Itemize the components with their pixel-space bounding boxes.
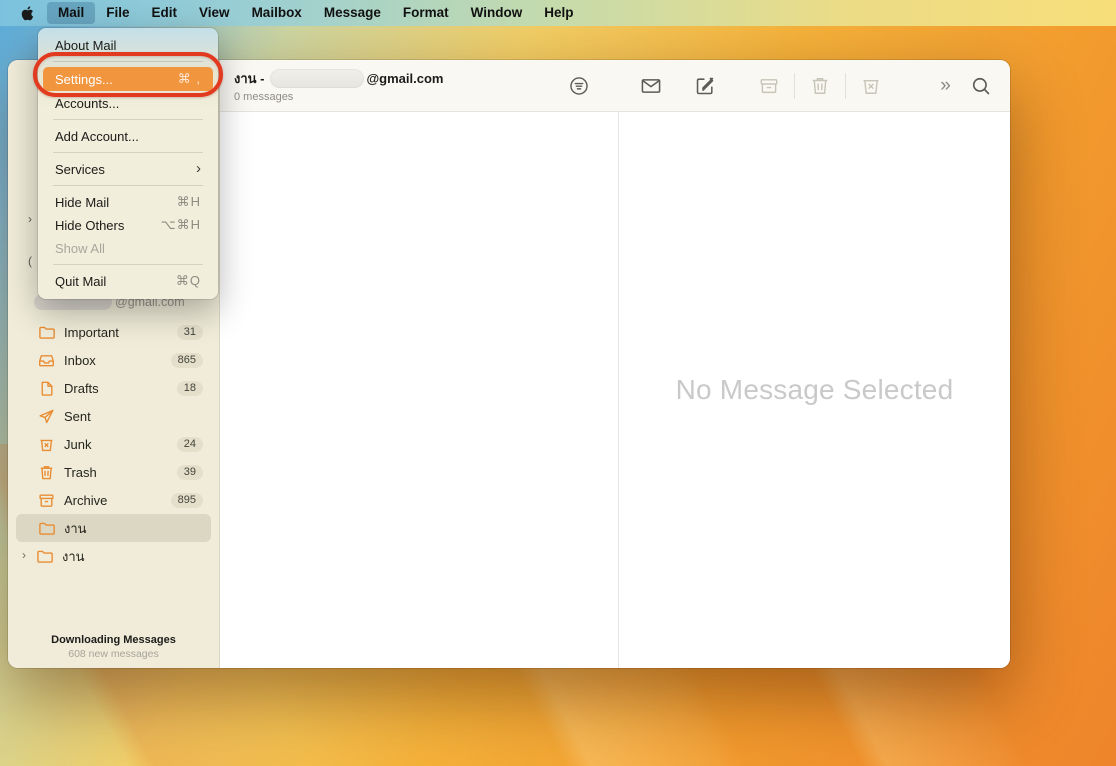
- sidebar-item-work-folder-2[interactable]: › งาน: [16, 542, 211, 570]
- sidebar-item-junk[interactable]: Junk 24: [16, 430, 211, 458]
- menu-separator: [53, 185, 203, 186]
- shortcut-label: ⌘Q: [176, 273, 201, 289]
- message-view-pane: No Message Selected: [619, 112, 1010, 668]
- menu-separator: [53, 61, 203, 62]
- menubar-item-window[interactable]: Window: [460, 2, 534, 24]
- menu-item-about-mail[interactable]: About Mail: [43, 34, 213, 56]
- menu-item-accounts[interactable]: Accounts...: [43, 92, 213, 114]
- submenu-chevron-icon: ›: [196, 161, 201, 176]
- search-icon: [970, 75, 992, 97]
- archive-box-icon: [758, 75, 780, 97]
- download-status-title: Downloading Messages: [8, 634, 219, 646]
- menubar-item-mailbox[interactable]: Mailbox: [241, 2, 313, 24]
- get-mail-button[interactable]: [636, 71, 666, 101]
- toolbar-overflow-button[interactable]: »: [930, 71, 960, 101]
- search-button[interactable]: [966, 71, 996, 101]
- folder-icon: [36, 548, 53, 565]
- menubar-item-file[interactable]: File: [95, 2, 140, 24]
- mailbox-list: Important 31 Inbox 865 Drafts 18 Sent: [8, 318, 219, 570]
- sidebar-item-sent[interactable]: Sent: [16, 402, 211, 430]
- toolbar-separator: [845, 73, 846, 99]
- unread-badge: 865: [171, 353, 203, 368]
- unread-badge: 39: [177, 465, 203, 480]
- apple-menu[interactable]: [14, 0, 47, 26]
- menubar-item-format[interactable]: Format: [392, 2, 460, 24]
- unread-badge: 31: [177, 325, 203, 340]
- menu-item-quit-mail[interactable]: Quit Mail ⌘Q: [43, 270, 213, 292]
- message-count: 0 messages: [234, 91, 564, 103]
- content-panes: No Message Selected: [220, 112, 1010, 668]
- download-status-subtitle: 608 new messages: [8, 648, 219, 660]
- mailbox-title-prefix: งาน -: [234, 68, 264, 89]
- menu-item-hide-others[interactable]: Hide Others ⌥⌘H: [43, 214, 213, 236]
- hidden-disclosure-chevron[interactable]: ›: [28, 212, 32, 226]
- empty-state-text: No Message Selected: [676, 374, 954, 406]
- menu-separator: [53, 119, 203, 120]
- sidebar-item-inbox[interactable]: Inbox 865: [16, 346, 211, 374]
- redacted-email-name: [270, 69, 364, 88]
- menubar-item-message[interactable]: Message: [313, 2, 392, 24]
- menubar-item-mail[interactable]: Mail: [47, 2, 95, 24]
- menu-item-show-all: Show All: [43, 237, 213, 259]
- desktop: › ( @gmail.com Important 31 Inbox 865: [0, 0, 1116, 766]
- inbox-icon: [38, 352, 55, 369]
- menu-bar: Mail File Edit View Mailbox Message Form…: [0, 0, 1116, 26]
- sidebar-item-trash[interactable]: Trash 39: [16, 458, 211, 486]
- toolbar: งาน - @gmail.com 0 messages: [220, 60, 1010, 112]
- folder-icon: [38, 324, 55, 341]
- menu-separator: [53, 152, 203, 153]
- shortcut-label: ⌥⌘H: [161, 217, 201, 233]
- delete-button[interactable]: [805, 71, 835, 101]
- envelope-icon: [640, 75, 662, 97]
- unread-badge: 24: [177, 437, 203, 452]
- main-area: งาน - @gmail.com 0 messages: [220, 60, 1010, 668]
- disclosure-chevron-icon[interactable]: ›: [22, 549, 36, 561]
- trash-icon: [809, 75, 831, 97]
- menu-item-services[interactable]: Services ›: [43, 158, 213, 180]
- compose-button[interactable]: [690, 71, 720, 101]
- menu-item-hide-mail[interactable]: Hide Mail ⌘H: [43, 191, 213, 213]
- sent-icon: [38, 408, 55, 425]
- archive-button[interactable]: [754, 71, 784, 101]
- compose-icon: [694, 75, 716, 97]
- mailbox-title-suffix: @gmail.com: [366, 71, 443, 86]
- menubar-item-view[interactable]: View: [188, 2, 241, 24]
- menubar-item-edit[interactable]: Edit: [141, 2, 189, 24]
- drafts-icon: [38, 380, 55, 397]
- junk-button[interactable]: [856, 71, 886, 101]
- apple-logo-icon: [20, 6, 35, 21]
- menubar-item-help[interactable]: Help: [533, 2, 584, 24]
- trash-icon: [38, 464, 55, 481]
- message-list-pane[interactable]: [220, 112, 619, 668]
- shortcut-label: ⌘ ,: [178, 71, 201, 87]
- menu-item-add-account[interactable]: Add Account...: [43, 125, 213, 147]
- folder-icon: [38, 520, 55, 537]
- mail-dropdown-menu: About Mail Settings... ⌘ , Accounts... A…: [38, 28, 218, 299]
- filter-button[interactable]: [564, 71, 594, 101]
- menu-item-settings[interactable]: Settings... ⌘ ,: [43, 67, 213, 91]
- menu-separator: [53, 264, 203, 265]
- toolbar-separator: [794, 73, 795, 99]
- sidebar-item-drafts[interactable]: Drafts 18: [16, 374, 211, 402]
- sidebar-item-archive[interactable]: Archive 895: [16, 486, 211, 514]
- shortcut-label: ⌘H: [177, 194, 201, 210]
- archive-icon: [38, 492, 55, 509]
- unread-badge: 895: [171, 493, 203, 508]
- junk-icon: [38, 436, 55, 453]
- sidebar-item-important[interactable]: Important 31: [16, 318, 211, 346]
- sidebar-item-work-folder[interactable]: งาน: [16, 514, 211, 542]
- chevron-double-right-icon: »: [940, 75, 950, 97]
- mailbox-title-block: งาน - @gmail.com 0 messages: [234, 68, 564, 103]
- hidden-disclosure-chevron[interactable]: (: [28, 254, 32, 268]
- unread-badge: 18: [177, 381, 203, 396]
- filter-icon: [568, 75, 590, 97]
- download-status: Downloading Messages 608 new messages: [8, 634, 219, 660]
- junk-bin-icon: [860, 75, 882, 97]
